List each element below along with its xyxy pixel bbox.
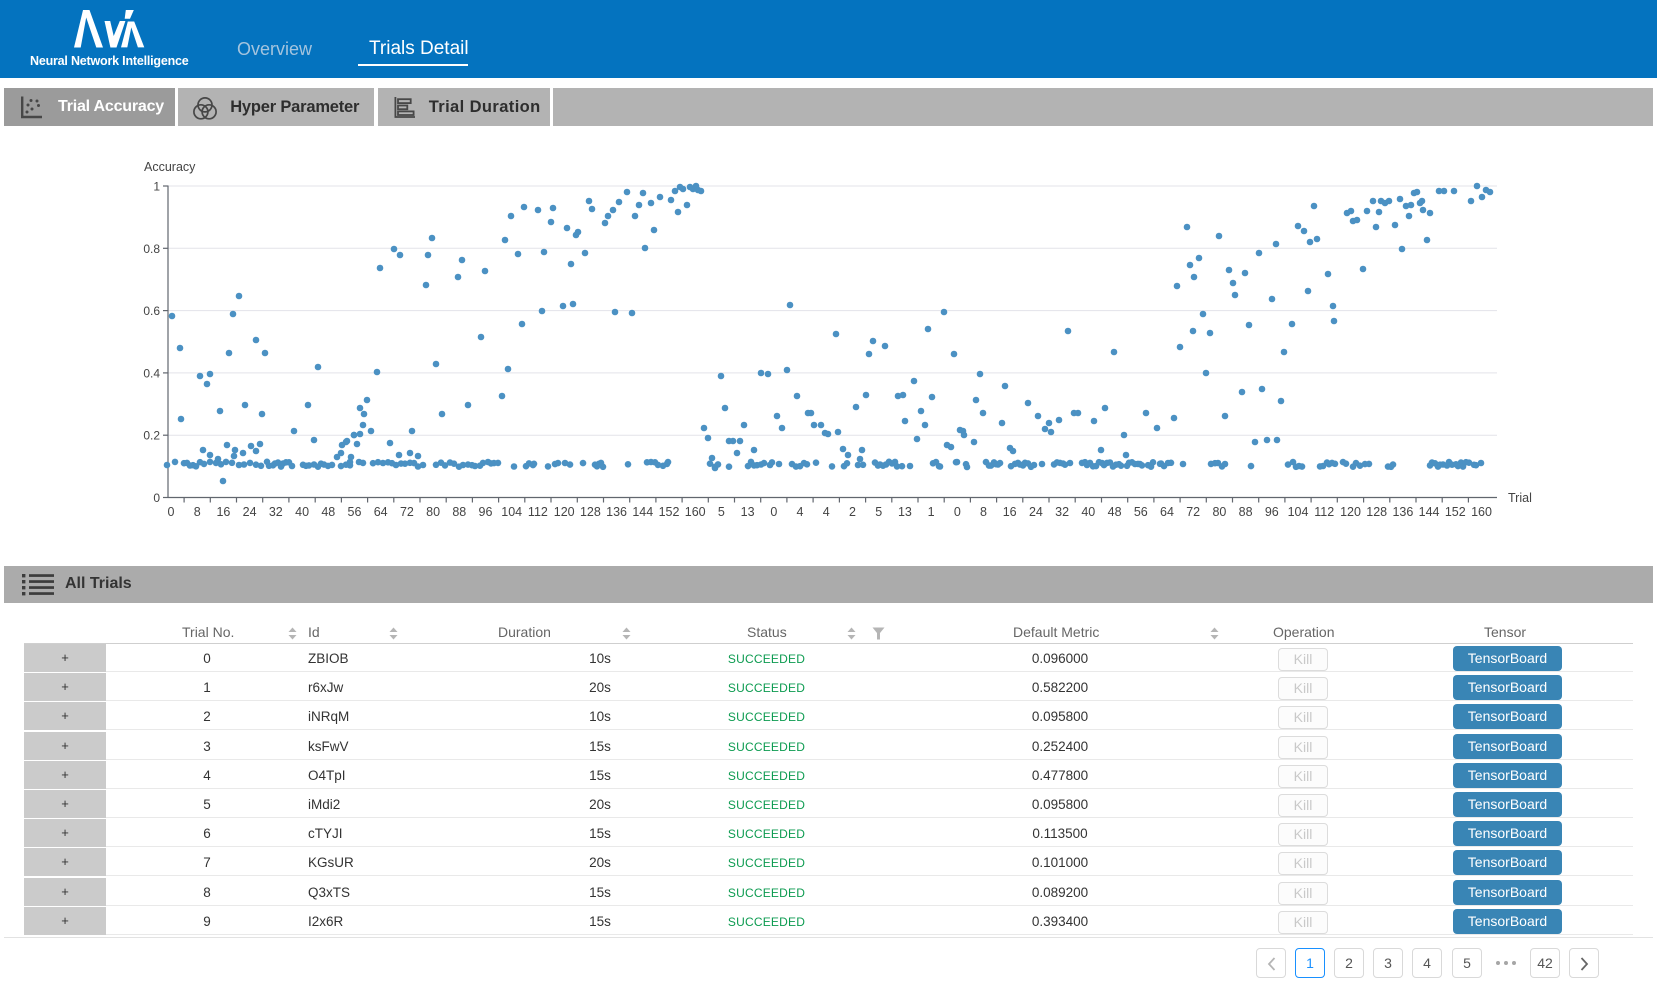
svg-text:56: 56: [1134, 505, 1148, 519]
svg-text:24: 24: [1029, 505, 1043, 519]
svg-text:120: 120: [554, 505, 575, 519]
svg-text:40: 40: [295, 505, 309, 519]
svg-text:104: 104: [501, 505, 522, 519]
svg-text:152: 152: [1445, 505, 1466, 519]
svg-text:2: 2: [849, 505, 856, 519]
svg-text:80: 80: [426, 505, 440, 519]
svg-text:16: 16: [216, 505, 230, 519]
svg-text:0: 0: [153, 491, 160, 505]
svg-text:96: 96: [479, 505, 493, 519]
svg-text:32: 32: [269, 505, 283, 519]
svg-text:56: 56: [348, 505, 362, 519]
svg-text:0.2: 0.2: [143, 429, 160, 443]
svg-text:0.8: 0.8: [143, 242, 160, 256]
svg-text:136: 136: [606, 505, 627, 519]
svg-text:5: 5: [875, 505, 882, 519]
svg-text:128: 128: [1366, 505, 1387, 519]
svg-text:32: 32: [1055, 505, 1069, 519]
svg-text:Trial: Trial: [1508, 491, 1532, 505]
svg-text:16: 16: [1003, 505, 1017, 519]
svg-text:24: 24: [243, 505, 257, 519]
svg-text:72: 72: [1186, 505, 1200, 519]
svg-text:128: 128: [580, 505, 601, 519]
svg-text:64: 64: [1160, 505, 1174, 519]
svg-text:13: 13: [741, 505, 755, 519]
svg-text:144: 144: [632, 505, 653, 519]
svg-text:152: 152: [659, 505, 680, 519]
svg-text:112: 112: [528, 505, 548, 519]
svg-text:112: 112: [1314, 505, 1334, 519]
svg-text:13: 13: [898, 505, 912, 519]
svg-text:88: 88: [452, 505, 466, 519]
svg-text:160: 160: [1471, 505, 1492, 519]
svg-text:8: 8: [194, 505, 201, 519]
svg-text:104: 104: [1288, 505, 1309, 519]
svg-text:40: 40: [1081, 505, 1095, 519]
svg-text:48: 48: [1108, 505, 1122, 519]
svg-text:0.6: 0.6: [143, 304, 160, 318]
svg-text:1: 1: [153, 180, 160, 194]
svg-text:0: 0: [168, 505, 175, 519]
svg-text:80: 80: [1212, 505, 1226, 519]
svg-text:88: 88: [1239, 505, 1253, 519]
svg-text:0: 0: [770, 505, 777, 519]
svg-text:4: 4: [823, 505, 830, 519]
svg-text:72: 72: [400, 505, 414, 519]
svg-text:48: 48: [321, 505, 335, 519]
svg-text:Accuracy: Accuracy: [144, 160, 196, 174]
svg-text:1: 1: [928, 505, 935, 519]
svg-text:4: 4: [797, 505, 804, 519]
svg-text:5: 5: [718, 505, 725, 519]
svg-text:96: 96: [1265, 505, 1279, 519]
svg-text:64: 64: [374, 505, 388, 519]
svg-text:144: 144: [1419, 505, 1440, 519]
svg-text:0.4: 0.4: [143, 366, 160, 380]
svg-text:160: 160: [685, 505, 706, 519]
svg-text:136: 136: [1392, 505, 1413, 519]
svg-text:0: 0: [954, 505, 961, 519]
svg-text:120: 120: [1340, 505, 1361, 519]
svg-text:8: 8: [980, 505, 987, 519]
